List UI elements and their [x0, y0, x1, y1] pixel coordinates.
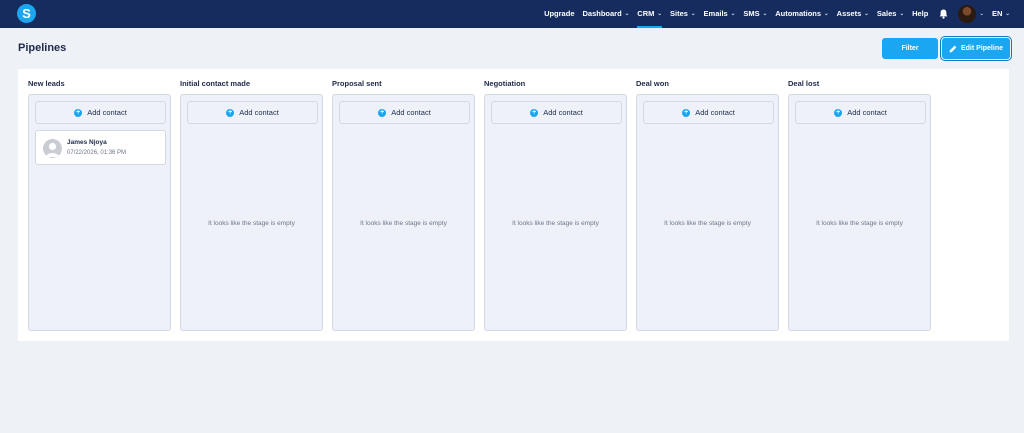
- nav-help[interactable]: Help: [912, 0, 928, 28]
- stage-column-initial-contact: Initial contact made + Add contact It loo…: [180, 77, 323, 331]
- chevron-down-icon: ⌄: [824, 11, 829, 17]
- bell-icon[interactable]: [936, 0, 950, 28]
- chevron-down-icon[interactable]: ⌄: [979, 11, 984, 17]
- chevron-down-icon: ⌄: [1005, 11, 1010, 17]
- nav-sales[interactable]: Sales ⌄: [877, 0, 904, 28]
- plus-circle-icon: +: [530, 108, 539, 117]
- stage-dropzone[interactable]: + Add contact It looks like the stage is …: [332, 94, 475, 331]
- empty-stage-text: It looks like the stage is empty: [816, 220, 903, 227]
- stage-title: Deal won: [636, 79, 669, 88]
- stage-title: Initial contact made: [180, 79, 251, 88]
- nav-assets[interactable]: Assets ⌄: [837, 0, 869, 28]
- stage-column-deal-lost: Deal lost + Add contact It looks like the…: [788, 77, 931, 331]
- plus-circle-icon: +: [834, 108, 843, 117]
- app-logo[interactable]: S: [17, 4, 36, 23]
- nav-upgrade[interactable]: Upgrade: [544, 0, 574, 28]
- nav-emails[interactable]: Emails ⌄: [704, 0, 736, 28]
- plus-circle-icon: +: [682, 108, 691, 117]
- top-navbar: S Upgrade Dashboard ⌄ CRM ⌄ Sites ⌄ Emails ⌄…: [0, 0, 1024, 28]
- stage-dropzone[interactable]: + Add contact It looks like the stage is …: [180, 94, 323, 331]
- nav-automations[interactable]: Automations ⌄: [775, 0, 828, 28]
- add-contact-button[interactable]: + Add contact: [643, 101, 774, 124]
- pipeline-board: New leads + Add contact James Njoya 07/22…: [18, 69, 1009, 341]
- chevron-down-icon: ⌄: [899, 11, 905, 17]
- nav-sms[interactable]: SMS ⌄: [743, 0, 767, 28]
- add-contact-button[interactable]: + Add contact: [491, 101, 622, 124]
- main-nav: Upgrade Dashboard ⌄ CRM ⌄ Sites ⌄ Emails ⌄ S…: [536, 0, 1010, 28]
- contact-date: 07/22/2026, 01:36 PM: [67, 150, 127, 156]
- user-avatar[interactable]: [958, 5, 977, 23]
- chevron-down-icon: ⌄: [624, 11, 630, 17]
- nav-sites[interactable]: Sites ⌄: [670, 0, 696, 28]
- stage-title: Proposal sent: [332, 79, 382, 88]
- page-title: Pipelines: [18, 42, 67, 54]
- stage-column-negotiation: Negotiation + Add contact It looks like t…: [484, 77, 627, 331]
- stage-dropzone[interactable]: + Add contact It looks like the stage is …: [788, 94, 931, 331]
- stage-dropzone[interactable]: + Add contact It looks like the stage is …: [484, 94, 627, 331]
- chevron-down-icon: ⌄: [762, 11, 768, 17]
- stage-column-proposal-sent: Proposal sent + Add contact It looks like…: [332, 77, 475, 331]
- chevron-down-icon: ⌄: [730, 11, 736, 17]
- add-contact-button[interactable]: + Add contact: [795, 101, 926, 124]
- stage-title: Deal lost: [788, 79, 820, 88]
- edit-pipeline-button[interactable]: Edit Pipeline: [940, 36, 1012, 61]
- stage-dropzone[interactable]: + Add contact James Njoya 07/22/2026, 01:…: [28, 94, 171, 331]
- contact-card[interactable]: James Njoya 07/22/2026, 01:36 PM: [35, 130, 166, 165]
- chevron-down-icon: ⌄: [690, 11, 696, 17]
- pencil-icon: [949, 45, 957, 53]
- stage-dropzone[interactable]: + Add contact It looks like the stage is …: [636, 94, 779, 331]
- nav-crm[interactable]: CRM ⌄: [637, 0, 662, 28]
- empty-stage-text: It looks like the stage is empty: [208, 220, 295, 227]
- stage-title: New leads: [28, 79, 65, 88]
- empty-stage-text: It looks like the stage is empty: [360, 220, 447, 227]
- stage-title: Negotiation: [484, 79, 526, 88]
- plus-circle-icon: +: [74, 108, 83, 117]
- stage-column-new-leads: New leads + Add contact James Njoya 07/22…: [28, 77, 171, 331]
- chevron-down-icon: ⌄: [864, 11, 869, 17]
- contact-name: James Njoya: [67, 139, 107, 146]
- avatar: [43, 139, 62, 158]
- add-contact-button[interactable]: + Add contact: [187, 101, 318, 124]
- language-selector[interactable]: EN ⌄: [992, 0, 1010, 28]
- empty-stage-text: It looks like the stage is empty: [512, 220, 599, 227]
- plus-circle-icon: +: [226, 108, 235, 117]
- empty-stage-text: It looks like the stage is empty: [664, 220, 751, 227]
- filter-button[interactable]: Filter: [882, 38, 938, 59]
- nav-dashboard[interactable]: Dashboard ⌄: [582, 0, 629, 28]
- add-contact-button[interactable]: + Add contact: [339, 101, 470, 124]
- chevron-down-icon: ⌄: [657, 11, 662, 17]
- plus-circle-icon: +: [378, 108, 387, 117]
- add-contact-button[interactable]: + Add contact: [35, 101, 166, 124]
- stage-column-deal-won: Deal won + Add contact It looks like the …: [636, 77, 779, 331]
